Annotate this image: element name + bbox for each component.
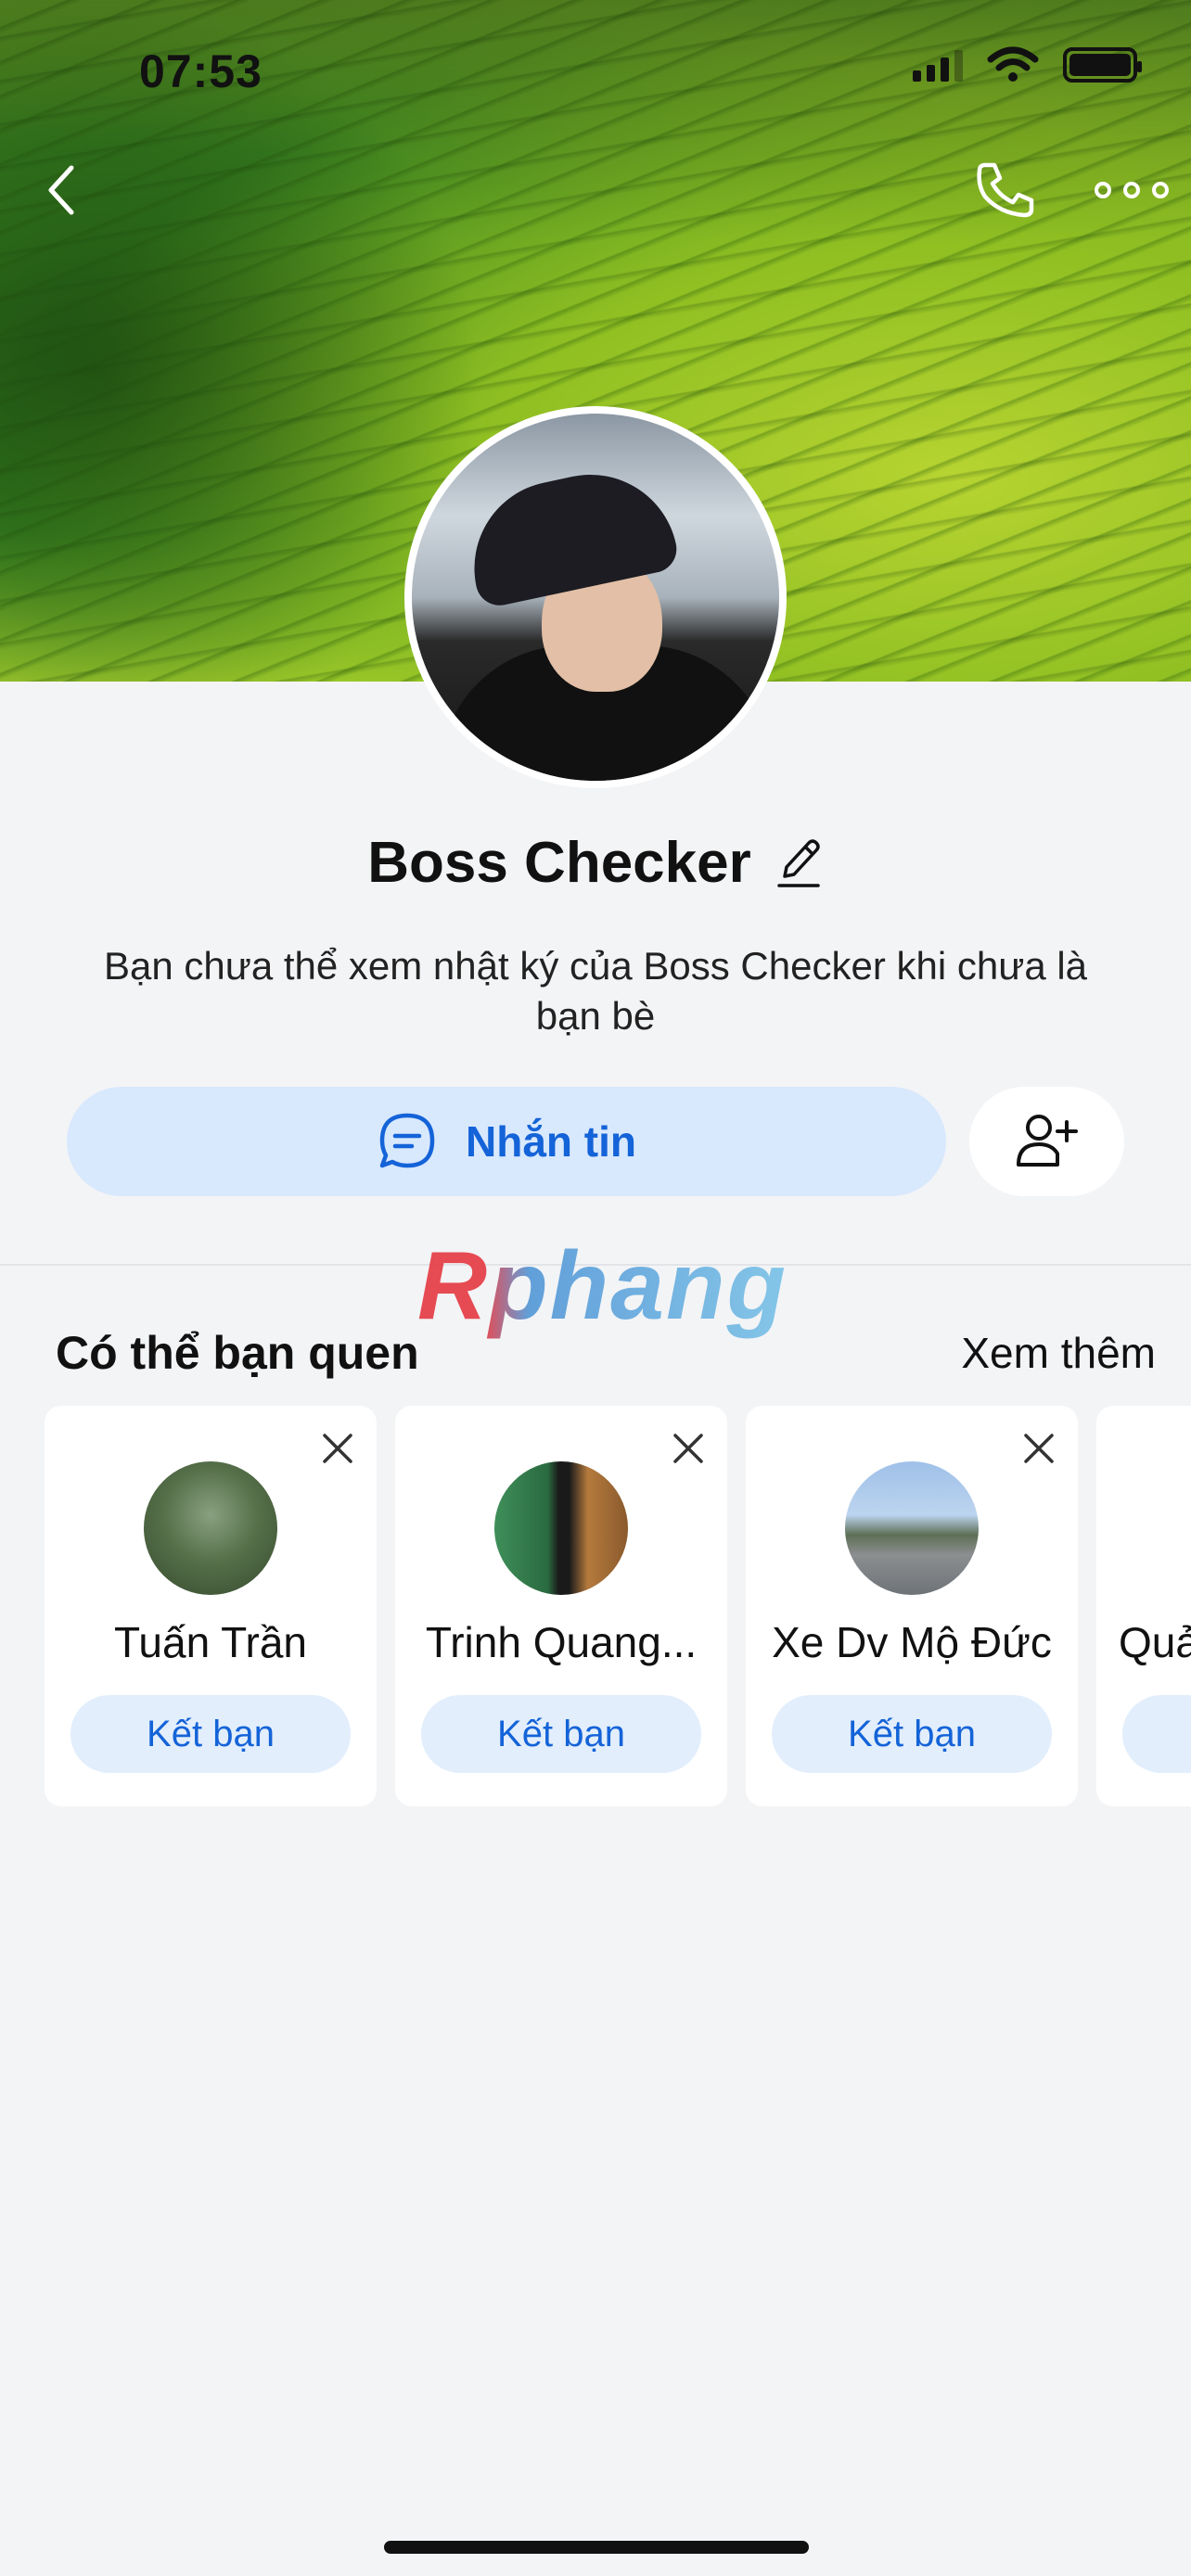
suggestion-name: Tuấn Trần bbox=[114, 1618, 307, 1666]
add-friend-suggestion-button[interactable]: Kết bạn bbox=[421, 1695, 701, 1773]
watermark-logo: Rphang bbox=[417, 1232, 788, 1340]
see-more-link[interactable]: Xem thêm bbox=[961, 1328, 1156, 1378]
battery-icon bbox=[1063, 47, 1142, 83]
suggestions-title: Có thể bạn quen bbox=[56, 1327, 419, 1379]
suggestion-name: Xe Dv Mộ Đức bbox=[772, 1618, 1052, 1666]
add-friend-suggestion-button[interactable]: Kết bạn bbox=[772, 1695, 1052, 1773]
more-options-button[interactable] bbox=[1095, 167, 1169, 213]
suggestion-card[interactable]: Xe Dv Mộ Đức Kết bạn bbox=[746, 1406, 1078, 1806]
close-icon[interactable] bbox=[672, 1432, 705, 1465]
suggestion-avatar[interactable] bbox=[494, 1461, 628, 1595]
home-indicator[interactable] bbox=[384, 2541, 809, 2554]
chat-bubble-icon bbox=[379, 1113, 435, 1168]
suggestion-card[interactable]: Tuấn Trần Kết bạn bbox=[45, 1406, 377, 1806]
suggestion-avatar[interactable] bbox=[845, 1461, 979, 1595]
dot-icon bbox=[1095, 182, 1111, 198]
profile-name-row: Boss Checker bbox=[0, 830, 1191, 896]
close-icon[interactable] bbox=[1022, 1432, 1056, 1465]
message-button[interactable]: Nhắn tin bbox=[67, 1087, 946, 1196]
suggestion-list[interactable]: Tuấn Trần Kết bạn Trinh Quang... Kết bạn… bbox=[45, 1406, 1191, 1806]
add-friend-suggestion-button[interactable] bbox=[1122, 1695, 1191, 1773]
privacy-note: Bạn chưa thể xem nhật ký của Boss Checke… bbox=[103, 944, 1088, 1038]
dot-icon bbox=[1152, 182, 1169, 198]
profile-avatar[interactable] bbox=[404, 406, 787, 788]
edit-name-icon[interactable] bbox=[774, 835, 824, 891]
status-time: 07:53 bbox=[139, 45, 263, 97]
add-user-icon bbox=[1016, 1115, 1078, 1167]
profile-name: Boss Checker bbox=[367, 831, 751, 895]
dot-icon bbox=[1123, 182, 1140, 198]
add-friend-button[interactable] bbox=[969, 1087, 1124, 1196]
back-button[interactable] bbox=[33, 158, 89, 223]
chevron-left-icon bbox=[48, 165, 74, 215]
close-icon[interactable] bbox=[321, 1432, 354, 1465]
suggestion-name: Quả bbox=[1119, 1618, 1191, 1666]
phone-icon bbox=[977, 162, 1034, 218]
call-button[interactable] bbox=[972, 159, 1046, 224]
add-friend-suggestion-button[interactable]: Kết bạn bbox=[70, 1695, 351, 1773]
status-icons bbox=[913, 46, 1142, 83]
suggestion-card[interactable]: Quả bbox=[1096, 1406, 1191, 1806]
cellular-signal-icon bbox=[913, 48, 963, 82]
suggestion-avatar[interactable] bbox=[144, 1461, 277, 1595]
suggestion-card[interactable]: Trinh Quang... Kết bạn bbox=[395, 1406, 727, 1806]
suggestion-name: Trinh Quang... bbox=[425, 1618, 698, 1666]
wifi-icon bbox=[987, 46, 1039, 82]
message-label: Nhắn tin bbox=[466, 1117, 636, 1166]
